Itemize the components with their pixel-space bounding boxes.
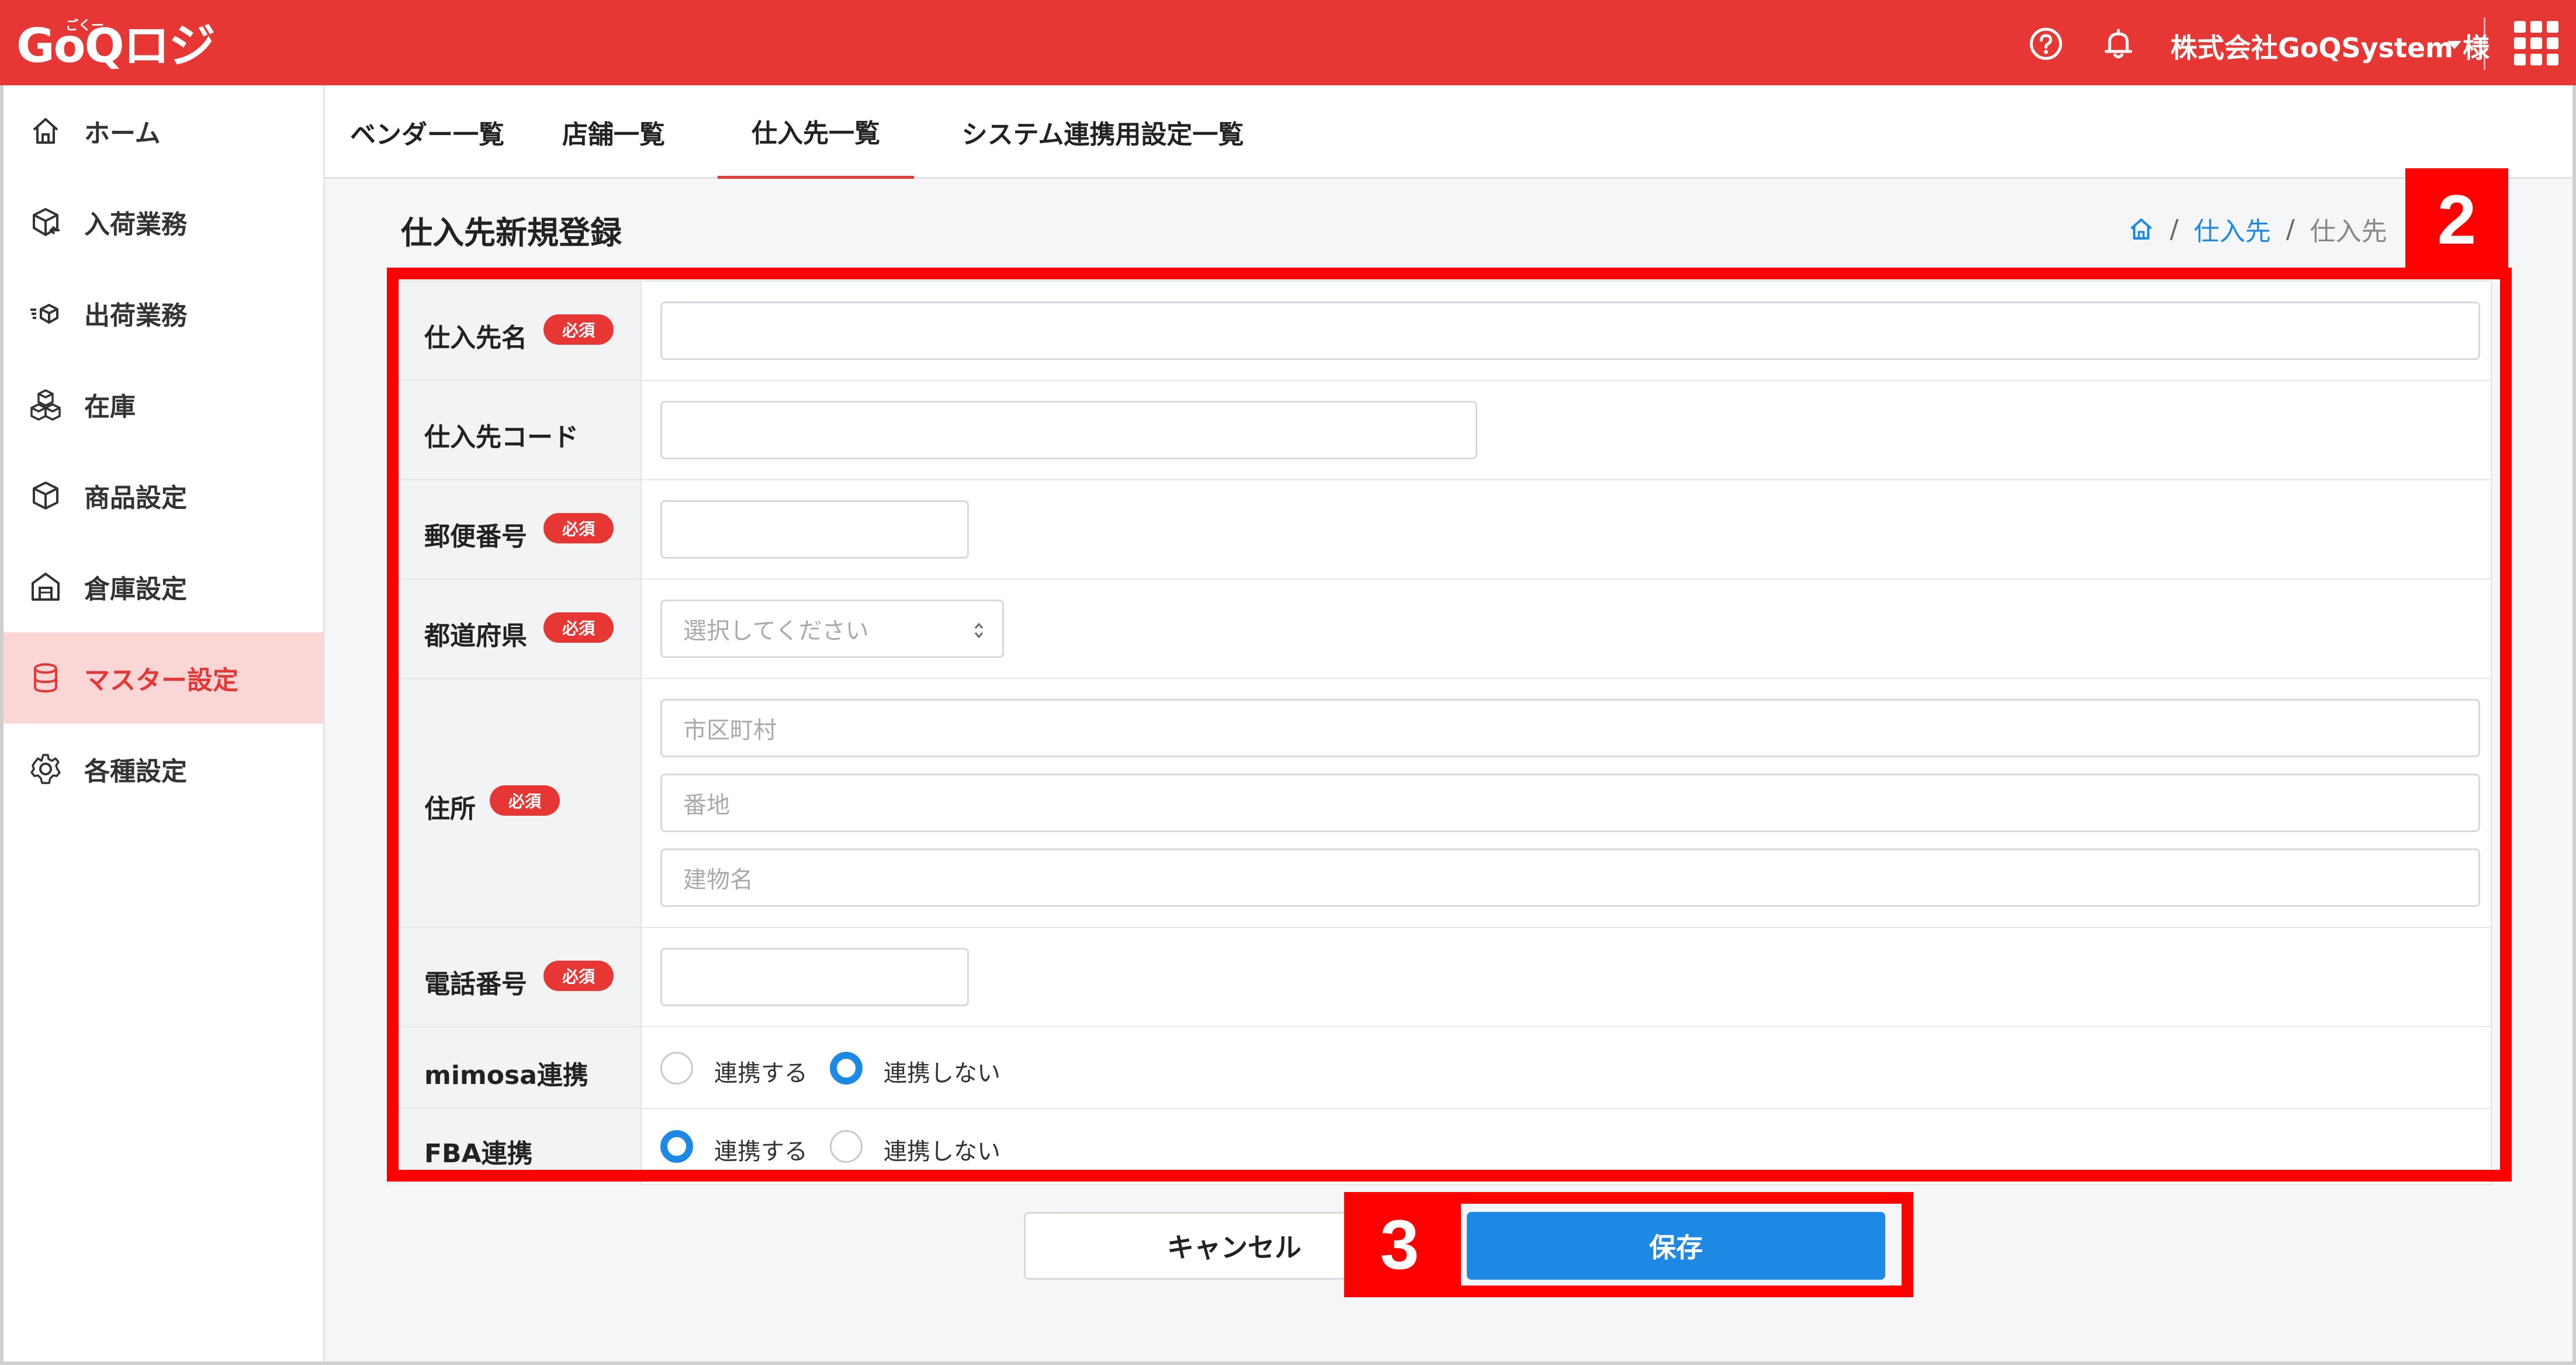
sidebar-item-master-settings[interactable]: マスター設定: [4, 632, 324, 723]
app-grid-icon[interactable]: [2514, 21, 2558, 65]
help-icon[interactable]: [2028, 26, 2064, 62]
sidebar-item-home[interactable]: ホーム: [4, 85, 324, 176]
sidebar-item-inbound[interactable]: 入荷業務: [4, 176, 324, 268]
sidebar-item-label: 入荷業務: [84, 210, 187, 240]
bell-icon[interactable]: [2100, 26, 2137, 62]
sidebar-item-label: ホーム: [84, 119, 161, 148]
tab-vendor-list[interactable]: ベンダー一覧: [341, 85, 513, 179]
save-button[interactable]: 保存: [1467, 1212, 1885, 1280]
sidebar: ホーム 入荷業務 出荷業務 在庫 商品設定 倉庫設定 マスター設定 各種設定: [4, 85, 325, 1361]
database-icon: [34, 663, 57, 693]
tab-bar: ベンダー一覧 店舗一覧 仕入先一覧 システム連携用設定一覧: [325, 85, 2572, 179]
sidebar-item-label: 各種設定: [84, 757, 187, 787]
sidebar-item-label: マスター設定: [84, 666, 238, 695]
tab-supplier-list[interactable]: 仕入先一覧: [718, 85, 914, 179]
breadcrumb-separator: /: [2286, 214, 2295, 244]
page-title: 仕入先新規登録: [401, 214, 622, 251]
breadcrumb: / 仕入先 / 仕入先: [2128, 210, 2387, 248]
breadcrumb-link-supplier[interactable]: 仕入先: [2194, 210, 2271, 248]
sidebar-item-stock[interactable]: 在庫: [4, 359, 324, 450]
stock-boxes-icon: [30, 389, 61, 421]
logo-ruby: ごくー: [65, 19, 105, 33]
sidebar-item-label: 出荷業務: [84, 301, 187, 331]
gear-icon: [30, 754, 61, 784]
tab-store-list[interactable]: 店舗一覧: [541, 85, 686, 179]
user-menu[interactable]: 株式会社GoQSystem 様: [2170, 27, 2490, 65]
header-divider: [2484, 18, 2485, 70]
sidebar-item-label: 商品設定: [84, 483, 187, 513]
sidebar-item-outbound[interactable]: 出荷業務: [4, 268, 324, 359]
outbound-box-icon: [30, 304, 58, 324]
sidebar-item-product-settings[interactable]: 商品設定: [4, 450, 324, 541]
sidebar-item-warehouse-settings[interactable]: 倉庫設定: [4, 541, 324, 632]
tab-system-integration-list[interactable]: システム連携用設定一覧: [935, 85, 1270, 179]
breadcrumb-current: 仕入先: [2310, 217, 2387, 247]
logo[interactable]: ごくー GoQロジ: [16, 7, 216, 77]
sidebar-item-label: 在庫: [84, 392, 136, 422]
form-highlight-box: [387, 268, 2512, 1182]
sidebar-item-label: 倉庫設定: [84, 574, 187, 604]
callout-badge-2: 2: [2405, 168, 2508, 271]
home-icon: [33, 118, 58, 144]
top-header: ごくー GoQロジ 株式会社GoQSystem 様: [0, 0, 2576, 85]
inbound-box-icon: [33, 208, 60, 236]
logo-text: GoQロジ: [16, 19, 216, 73]
callout-badge-3: 3: [1344, 1192, 1455, 1297]
product-box-icon: [33, 481, 58, 510]
sidebar-item-various-settings[interactable]: 各種設定: [4, 723, 324, 815]
breadcrumb-separator: /: [2170, 214, 2179, 244]
warehouse-icon: [32, 573, 60, 601]
breadcrumb-home-icon[interactable]: [2128, 216, 2155, 242]
chevron-down-icon[interactable]: [2447, 41, 2461, 49]
